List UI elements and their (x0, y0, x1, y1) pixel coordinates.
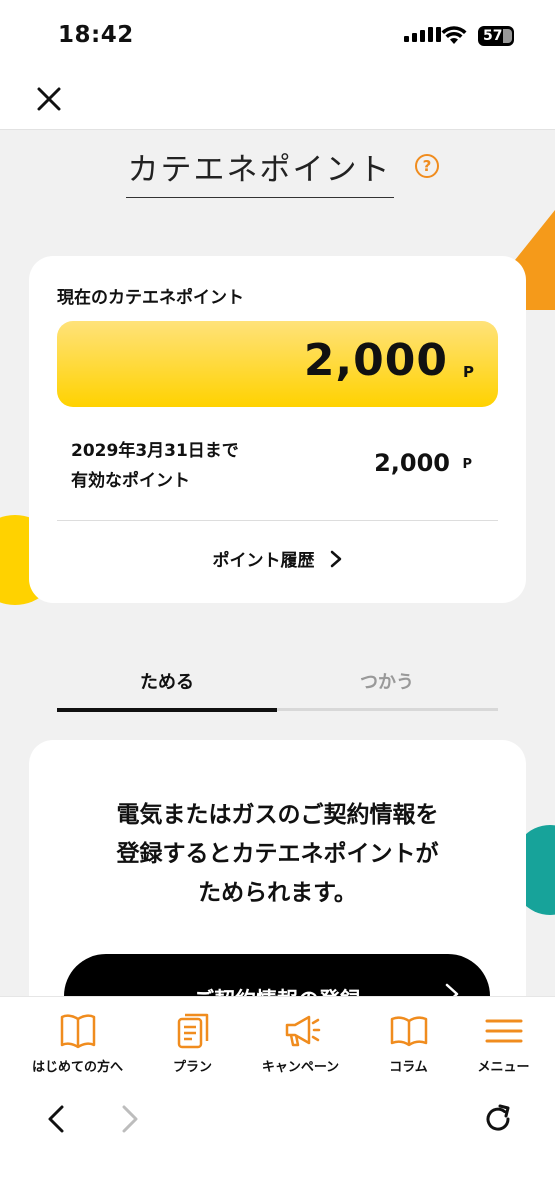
expiry-points-unit: P (462, 457, 472, 472)
back-arrow-icon[interactable] (40, 1102, 74, 1136)
card-divider (57, 520, 498, 521)
reload-icon[interactable] (481, 1102, 515, 1136)
nav-label-beginners: はじめての方へ (31, 1060, 123, 1075)
nav-item-menu[interactable]: メニュー (448, 997, 555, 1087)
forward-arrow-icon[interactable] (112, 1102, 146, 1136)
main-content[interactable]: カテエネポイント ? 現在のカテエネポイント 2,000 P 2029年3月31… (0, 130, 555, 996)
menu-icon (485, 1019, 523, 1043)
nav-item-campaign[interactable]: キャンペーン (245, 997, 356, 1087)
page-title: カテエネポイント (125, 144, 394, 198)
tabs: ためる つかう (57, 668, 498, 712)
info-card: 電気またはガスのご契約情報を 登録するとカテエネポイントが ためられます。 ご契… (29, 740, 526, 996)
expiry-points-value: 2,000 (374, 449, 450, 477)
current-points-value: 2,000 (303, 335, 448, 386)
nav-item-beginners[interactable]: はじめての方へ (22, 997, 133, 1087)
cellular-signal-icon (404, 27, 441, 42)
info-message: 電気またはガスのご契約情報を 登録するとカテエネポイントが ためられます。 (116, 802, 439, 906)
battery-icon: 57 (478, 26, 514, 46)
app-header (0, 72, 555, 130)
nav-item-plan[interactable]: プラン (137, 997, 248, 1087)
status-time: 18:42 (58, 22, 134, 48)
battery-level: 57 (483, 28, 503, 44)
point-history-link[interactable]: ポイント履歴 (29, 546, 526, 571)
tab-use[interactable]: つかう (277, 668, 497, 694)
wifi-icon (441, 26, 467, 44)
points-card: 現在のカテエネポイント 2,000 P 2029年3月31日まで 有効なポイント… (29, 256, 526, 603)
browser-toolbar (0, 1086, 555, 1200)
register-contract-button[interactable]: ご契約情報の登録 (64, 954, 490, 996)
status-bar: 18:42 57 (0, 0, 555, 72)
tab-active-indicator (57, 708, 277, 712)
current-points-box: 2,000 P (57, 321, 498, 407)
bottom-nav: はじめての方へ プラン キャンペーン コラム メニュー (0, 996, 555, 1086)
book-icon (60, 1014, 96, 1049)
nav-label-menu: メニュー (477, 1060, 530, 1075)
close-icon[interactable] (34, 84, 64, 114)
page-title-wrap: カテエネポイント (0, 144, 555, 198)
nav-label-campaign: キャンペーン (261, 1060, 340, 1075)
help-icon[interactable]: ? (415, 154, 439, 178)
expiry-label: 2029年3月31日まで 有効なポイント (71, 441, 239, 491)
chevron-right-icon (445, 983, 459, 996)
current-points-label: 現在のカテエネポイント (57, 288, 244, 308)
current-points-unit: P (463, 363, 474, 381)
point-history-label: ポイント履歴 (212, 551, 315, 571)
nav-label-plan: プラン (172, 1060, 212, 1075)
tab-save[interactable]: ためる (57, 668, 277, 694)
document-icon (177, 1013, 209, 1049)
register-contract-label: ご契約情報の登録 (193, 988, 361, 996)
chevron-right-icon (330, 550, 341, 568)
megaphone-icon (285, 1015, 321, 1047)
open-book-icon (390, 1016, 428, 1047)
